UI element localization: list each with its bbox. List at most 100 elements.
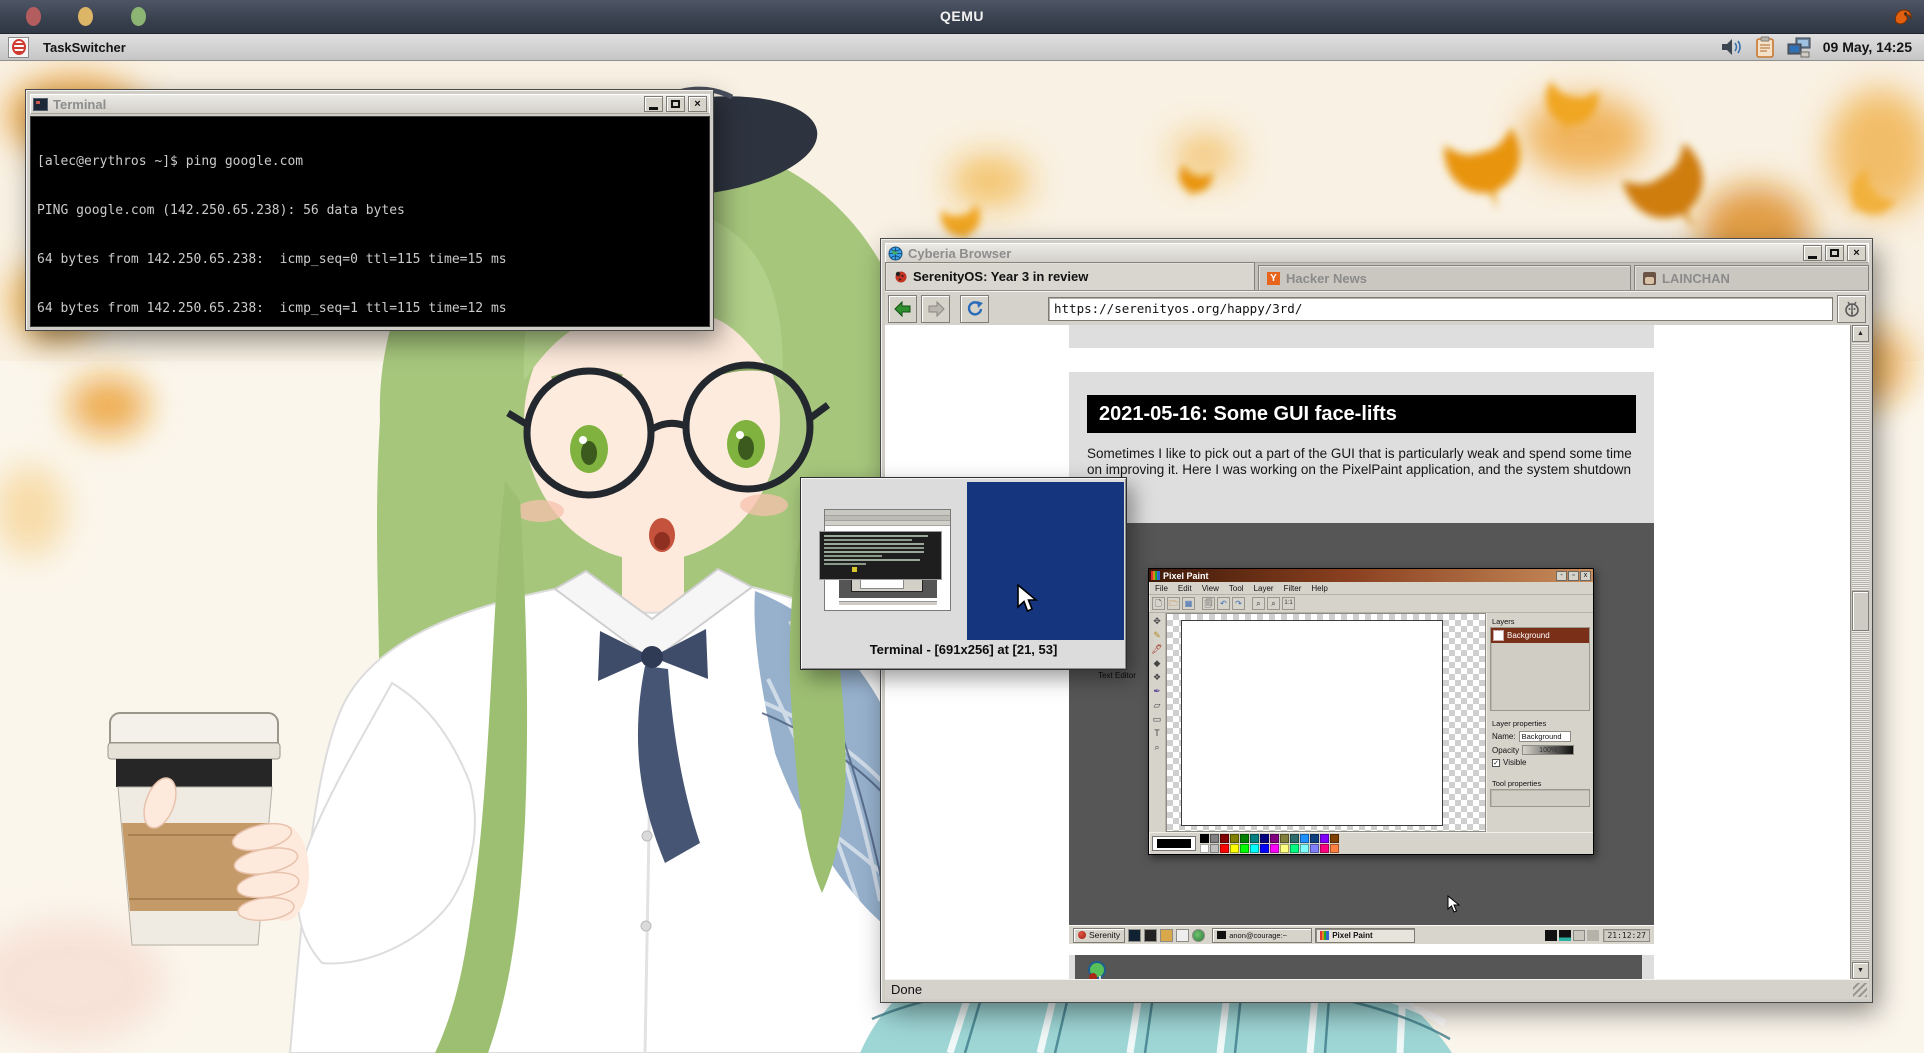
pixelpaint-mini-icon	[1320, 931, 1329, 940]
mini-taskbar	[839, 601, 937, 605]
browser-maximize-button[interactable]	[1825, 245, 1844, 261]
terminal-minimize-button[interactable]	[644, 96, 663, 112]
taskbar-terminal-task: anon@courage:~	[1212, 928, 1312, 943]
palette-swatch	[1240, 834, 1249, 843]
palette-swatch	[1250, 844, 1259, 853]
move-tool-icon: ✥	[1151, 615, 1164, 628]
save-disk-icon: ▦	[1182, 597, 1195, 610]
layer-name-field: Background	[1519, 731, 1571, 742]
quicklaunch-globe-icon	[1192, 929, 1205, 942]
embedded-clock: 21:12:27	[1603, 929, 1650, 942]
redo-icon: ↷	[1232, 597, 1245, 610]
browser-titlebar[interactable]: Cyberia Browser ×	[885, 243, 1869, 263]
pp-maximize-button: ▫	[1568, 571, 1579, 581]
terminal-close-button[interactable]: ×	[688, 96, 707, 112]
back-button[interactable]	[888, 295, 917, 323]
status-text: Done	[891, 982, 922, 997]
pixelpaint-menubar: FileEdit ViewTool LayerFilter Help	[1149, 582, 1593, 595]
palette-swatch	[1240, 844, 1249, 853]
pencil-tool-icon: ✎	[1151, 629, 1164, 642]
taskswitcher-app-icon[interactable]	[8, 37, 29, 58]
new-file-icon: 🗋	[1152, 597, 1165, 610]
opacity-slider: 100%	[1522, 745, 1574, 755]
terminal-line: [alec@erythros ~]$ ping google.com	[37, 154, 703, 170]
scrollbar-track[interactable]	[1852, 343, 1869, 961]
terminal-output[interactable]: [alec@erythros ~]$ ping google.com PING …	[30, 116, 710, 327]
terminal-mini-icon	[1217, 931, 1226, 939]
quicklaunch-file-icon	[1176, 929, 1189, 942]
palette-swatch	[1330, 834, 1339, 843]
pixelpaint-tool-palette: ✥ ✎ 🖊 ◆ ❖ ✒ ▱ ▭ T ⌕	[1149, 613, 1166, 832]
palette-swatch	[1330, 844, 1339, 853]
paste-icon: 🗐	[1202, 597, 1215, 610]
back-arrow-icon	[894, 301, 912, 317]
zoom-tool-icon: ⌕	[1151, 741, 1164, 754]
task-switcher-popup: Terminal - [691x256] at [21, 53]	[800, 477, 1127, 670]
browser-close-button[interactable]: ×	[1847, 245, 1866, 261]
scroll-down-button[interactable]: ▼	[1852, 962, 1869, 979]
palette-swatch	[1270, 834, 1279, 843]
pixelpaint-side-panel: Layers Background Layer properties Name:	[1486, 613, 1593, 832]
bucket-tool-icon: ◆	[1151, 657, 1164, 670]
clipboard-icon[interactable]	[1755, 36, 1775, 58]
reload-icon	[966, 300, 984, 318]
pixelpaint-icon	[1151, 571, 1160, 580]
page-section-next	[1069, 955, 1654, 979]
palette-swatch	[1220, 834, 1229, 843]
palette-swatch	[1320, 844, 1329, 853]
palette-swatch	[1310, 834, 1319, 843]
qemu-titlebar: QEMU	[0, 0, 1924, 34]
forward-button[interactable]	[921, 295, 950, 323]
quicklaunch-terminal-icon	[1128, 929, 1141, 942]
url-bar[interactable]	[1048, 297, 1833, 321]
tab-hacker-news[interactable]: Y Hacker News	[1258, 265, 1631, 290]
tab-lainchan[interactable]: LAINCHAN	[1634, 265, 1869, 290]
tab-serenityos[interactable]: SerenityOS: Year 3 in review	[885, 262, 1255, 290]
terminal-window[interactable]: Terminal × [alec@erythros ~]$ ping googl…	[26, 90, 713, 330]
avatar-icon	[1643, 272, 1656, 285]
brush-tool-icon: 🖊	[1151, 643, 1164, 656]
reload-button[interactable]	[960, 295, 989, 323]
rect-tool-icon: ▭	[1151, 713, 1164, 726]
palette-swatch	[1280, 834, 1289, 843]
pixelpaint-toolbar: 🗋 🗁 ▦ 🗐 ↶ ↷ ⌕ ⌕ 1:1	[1149, 595, 1593, 613]
resize-grip[interactable]	[1853, 983, 1867, 997]
terminal-titlebar[interactable]: Terminal ×	[30, 94, 710, 114]
palette-swatch	[1280, 844, 1289, 853]
host-menubar: TaskSwitcher 09 May, 14:25	[0, 34, 1924, 61]
network-monitor-icon[interactable]	[1786, 36, 1812, 58]
bookmark-ladybug-button[interactable]	[1837, 295, 1866, 323]
post-body-text: Sometimes I like to pick out a part of t…	[1087, 446, 1639, 494]
quicklaunch-monitor-icon	[1144, 929, 1157, 942]
forward-arrow-icon	[927, 301, 945, 317]
speaker-icon[interactable]	[1720, 38, 1744, 56]
ladybug-icon	[894, 270, 907, 283]
scrollbar-thumb[interactable]	[1852, 591, 1869, 631]
scroll-up-button[interactable]: ▲	[1852, 325, 1869, 342]
selected-task-highlight	[967, 482, 1124, 640]
tray-audio-icon	[1587, 930, 1599, 941]
tool-properties-box	[1490, 789, 1590, 807]
browser-minimize-button[interactable]	[1803, 245, 1822, 261]
undo-icon: ↶	[1217, 597, 1230, 610]
globe-icon	[888, 246, 903, 261]
palette-swatch	[1260, 844, 1269, 853]
tab-label: LAINCHAN	[1662, 271, 1730, 286]
browser-statusbar: Done	[885, 979, 1869, 999]
vertical-scrollbar[interactable]: ▲ ▼	[1850, 325, 1869, 979]
palette-swatch	[1200, 834, 1209, 843]
primary-color-swatch	[1152, 836, 1196, 851]
host-clock[interactable]: 09 May, 14:25	[1823, 39, 1912, 55]
terminal-maximize-button[interactable]	[666, 96, 685, 112]
terminal-line: PING google.com (142.250.65.238): 56 dat…	[37, 203, 703, 219]
palette-swatch	[1300, 834, 1309, 843]
palette-swatch	[1320, 834, 1329, 843]
zoom-in-icon: ⌕	[1252, 597, 1265, 610]
palette-swatch	[1250, 834, 1259, 843]
url-input[interactable]	[1054, 301, 1827, 316]
tray-page-icon	[1573, 930, 1585, 941]
picker-tool-icon: ✒	[1151, 685, 1164, 698]
tray-cpu-icon	[1545, 930, 1557, 941]
taskbar-pixelpaint-task: Pixel Paint	[1315, 928, 1415, 943]
task-thumbnail-terminal[interactable]	[819, 531, 942, 580]
